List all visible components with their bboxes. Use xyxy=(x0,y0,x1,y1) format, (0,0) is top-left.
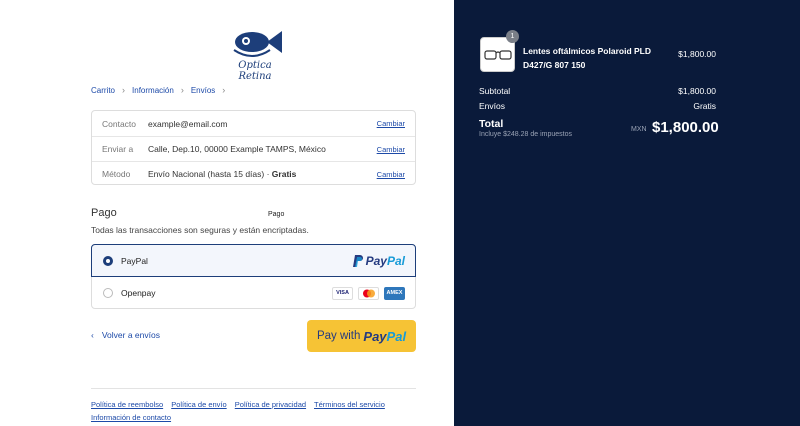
shipping-method: Envío Nacional (hasta 15 días) · xyxy=(148,169,272,179)
card-logos: VISA AMEX xyxy=(332,286,405,300)
shipping-label: Envíos xyxy=(479,101,505,111)
breadcrumb-shipping[interactable]: Envíos xyxy=(191,86,215,95)
visa-icon: VISA xyxy=(332,286,353,300)
quantity-badge: 1 xyxy=(506,30,519,43)
radio-unselected[interactable] xyxy=(103,288,113,298)
footer-links: Política de reembolso Política de envío … xyxy=(91,398,416,424)
review-value: Envío Nacional (hasta 15 días) · Gratis xyxy=(148,169,377,179)
chevron-right-icon: › xyxy=(180,85,184,95)
footer-link-terms[interactable]: Términos del servicio xyxy=(314,400,385,409)
review-value: Calle, Dep.10, 00000 Example TAMPS, Méxi… xyxy=(148,144,326,154)
payment-title: Pago xyxy=(91,207,117,219)
chevron-left-icon: ‹ xyxy=(91,330,94,340)
chevron-right-icon: › xyxy=(122,85,126,95)
payment-option-openpay[interactable]: Openpay VISA AMEX xyxy=(92,277,415,309)
tax-note: Incluye $248.28 de impuestos xyxy=(479,131,573,138)
shipping-value: Gratis xyxy=(693,101,716,111)
shipping-row: Envíos Gratis xyxy=(479,101,716,111)
order-summary: 1 Lentes oftálmicos Polaroid PLD D427/G … xyxy=(454,0,800,426)
subtotal-value: $1,800.00 xyxy=(678,86,716,96)
footer-divider xyxy=(91,388,416,389)
payment-option-label: PayPal xyxy=(121,255,148,266)
footer-link-refund[interactable]: Política de reembolso xyxy=(91,400,163,409)
review-label: Contacto xyxy=(102,118,137,129)
review-value: example@email.com xyxy=(148,118,228,129)
pay-with-paypal-button[interactable]: Pay with PayPal xyxy=(307,320,416,352)
review-label: Enviar a xyxy=(102,144,134,154)
radio-selected[interactable] xyxy=(103,255,113,266)
payment-option-label: Openpay xyxy=(121,288,156,298)
breadcrumb: Carrito › Información › Envíos › Pago xyxy=(91,85,284,218)
mastercard-icon xyxy=(358,286,379,300)
paypal-logo-icon: PayPal xyxy=(352,254,405,268)
payment-methods: PayPal PayPal Openpay VISA AMEX xyxy=(91,244,416,309)
payment-subtitle: Todas las transacciones son seguras y es… xyxy=(91,225,309,235)
amex-icon: AMEX xyxy=(384,286,405,300)
subtotal-row: Subtotal $1,800.00 xyxy=(479,86,716,96)
subtotal-label: Subtotal xyxy=(479,86,511,96)
total-label: Total xyxy=(479,118,504,130)
review-box: Contacto example@email.com Cambiar Envia… xyxy=(91,110,416,185)
breadcrumb-cart[interactable]: Carrito xyxy=(91,86,115,95)
back-label: Volver a envíos xyxy=(101,330,160,340)
product-price: $1,800.00 xyxy=(678,49,716,59)
review-row-contact: Contacto example@email.com Cambiar xyxy=(92,111,415,136)
shipping-cost: Gratis xyxy=(271,169,297,179)
breadcrumb-info[interactable]: Información xyxy=(132,86,174,95)
footer-link-contact[interactable]: Información de contacto xyxy=(91,413,171,422)
review-row-shipto: Enviar a Calle, Dep.10, 00000 Example TA… xyxy=(92,136,415,161)
pay-button-label: Pay with xyxy=(316,330,361,342)
change-method-link[interactable]: Cambiar xyxy=(377,170,415,179)
review-label: Método xyxy=(102,169,131,179)
checkout-main: Optica Retina Carrito › Información › En… xyxy=(0,0,454,426)
currency-code: MXN xyxy=(631,126,647,133)
review-row-method: Método Envío Nacional (hasta 15 días) · … xyxy=(92,161,415,186)
total-value: $1,800.00 xyxy=(652,119,719,136)
chevron-right-icon: › xyxy=(222,85,226,95)
payment-option-paypal[interactable]: PayPal PayPal xyxy=(91,244,416,277)
change-address-link[interactable]: Cambiar xyxy=(377,145,415,154)
product-name: Lentes oftálmicos Polaroid PLD D427/G 80… xyxy=(523,46,651,70)
breadcrumb-payment: Pago xyxy=(268,211,285,218)
change-contact-link[interactable]: Cambiar xyxy=(377,119,415,128)
back-to-shipping-link[interactable]: ‹ Volver a envíos xyxy=(91,330,160,340)
footer-link-privacy[interactable]: Política de privacidad xyxy=(235,400,306,409)
brand-name[interactable]: Optica Retina xyxy=(222,60,288,82)
glasses-icon xyxy=(483,49,512,60)
paypal-wordmark: PayPal xyxy=(363,328,407,344)
footer-link-shipping[interactable]: Política de envío xyxy=(171,400,226,409)
